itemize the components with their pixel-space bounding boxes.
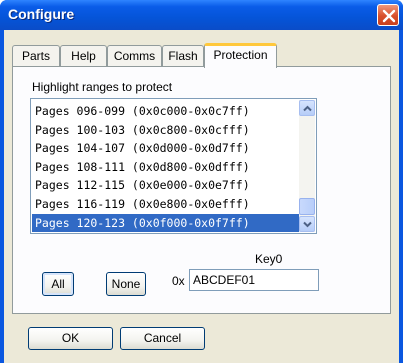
protect-ranges-list[interactable]: Pages 096-099 (0x0c000-0x0c7ff) Pages 10… <box>30 98 317 234</box>
select-all-button[interactable]: All <box>42 272 74 296</box>
configure-window: Configure Parts Help Comms Flash Protect… <box>0 0 403 363</box>
list-scrollbar[interactable] <box>299 100 315 232</box>
list-item[interactable]: Pages 104-107 (0x0d000-0x0d7ff) <box>32 139 299 158</box>
tab-protection[interactable]: Protection <box>204 43 277 68</box>
close-button[interactable] <box>377 4 399 26</box>
close-icon <box>382 9 396 23</box>
key0-input[interactable]: ABCDEF01 <box>189 269 319 291</box>
list-item[interactable]: Pages 096-099 (0x0c000-0x0c7ff) <box>32 102 299 121</box>
tab-help[interactable]: Help <box>60 45 107 67</box>
list-item-selected[interactable]: Pages 120-123 (0x0f000-0x0f7ff) <box>32 213 299 233</box>
ok-button[interactable]: OK <box>28 327 113 350</box>
tab-comms[interactable]: Comms <box>107 45 162 67</box>
protect-ranges-label: Highlight ranges to protect <box>32 80 173 94</box>
chevron-down-icon <box>303 221 312 228</box>
list-item[interactable]: Pages 112-115 (0x0e000-0x0e7ff) <box>32 176 299 195</box>
scroll-up-button[interactable] <box>299 100 315 116</box>
select-none-button[interactable]: None <box>106 272 146 296</box>
hex-prefix-label: 0x <box>172 274 185 288</box>
list-item[interactable]: Pages 108-111 (0x0d800-0x0dfff) <box>32 158 299 177</box>
dialog-client-area: Parts Help Comms Flash Protection Highli… <box>4 30 399 363</box>
chevron-up-icon <box>303 105 312 112</box>
cancel-button[interactable]: Cancel <box>120 327 205 350</box>
title-bar[interactable]: Configure <box>0 0 403 30</box>
list-item[interactable]: Pages 100-103 (0x0c800-0x0cfff) <box>32 121 299 140</box>
key0-label: Key0 <box>255 252 283 266</box>
window-title: Configure <box>8 6 75 22</box>
list-item[interactable]: Pages 116-119 (0x0e800-0x0efff) <box>32 195 299 214</box>
tab-flash[interactable]: Flash <box>162 45 204 67</box>
scroll-thumb[interactable] <box>299 198 315 215</box>
tab-parts[interactable]: Parts <box>12 45 60 67</box>
scroll-down-button[interactable] <box>299 216 315 232</box>
